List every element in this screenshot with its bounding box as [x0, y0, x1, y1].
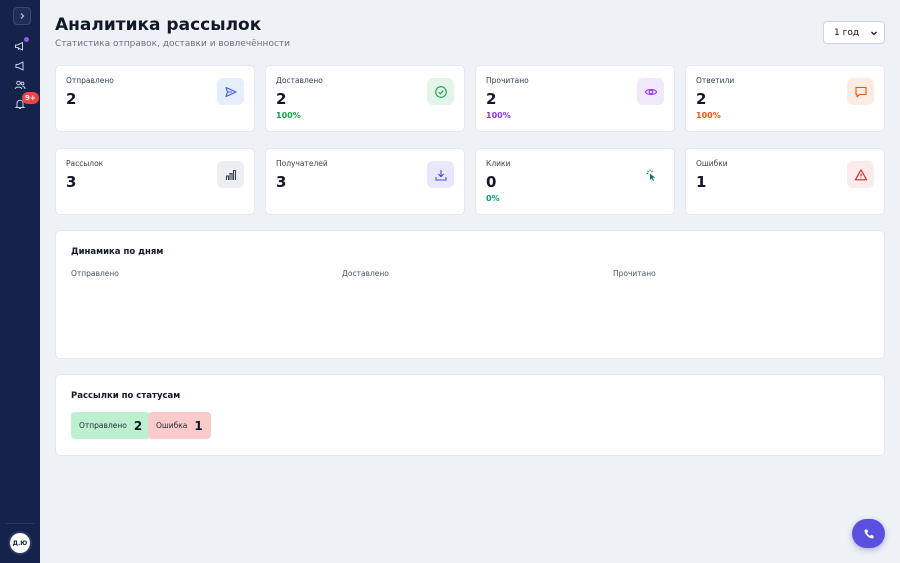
stat-label: Клики [486, 159, 511, 168]
sidebar-item-campaigns[interactable] [13, 37, 29, 53]
sidebar-item-notifications[interactable]: 9+ [13, 92, 39, 111]
sidebar-item-contacts[interactable] [13, 78, 27, 92]
stat-value: 1 [696, 173, 707, 191]
megaphone-icon [15, 41, 23, 51]
status-breakdown-panel: Рассылки по статусам Отправлено 2 Ошибка… [55, 374, 885, 456]
page-subtitle: Статистика отправок, доставки и вовлечён… [55, 39, 290, 49]
send-icon [217, 78, 244, 105]
stat-card-recipients: Получателей 3 [265, 148, 465, 215]
check-circle-icon [427, 78, 454, 105]
period-select[interactable]: 1 год [823, 21, 885, 44]
download-icon [427, 161, 454, 188]
status-chip-count: 1 [194, 418, 203, 433]
stat-card-replied: Ответили 2 100% [685, 65, 885, 132]
status-chip-sent[interactable]: Отправлено 2 [71, 412, 151, 439]
user-avatar[interactable]: Д.Ю [10, 533, 30, 553]
eye-icon [637, 78, 664, 105]
stat-label: Ответили [696, 76, 735, 85]
stat-card-sent: Отправлено 2 [55, 65, 255, 132]
stat-value: 3 [276, 173, 287, 191]
stat-label: Доставлено [276, 76, 323, 85]
stat-value: 2 [696, 90, 707, 108]
chevron-down-icon [871, 31, 877, 35]
notifications-badge: 9+ [22, 92, 39, 104]
stat-percentage: 100% [276, 111, 301, 120]
announcement-icon [15, 61, 24, 71]
period-select-value: 1 год [834, 27, 860, 38]
page-title: Аналитика рассылок [55, 15, 262, 35]
daily-dynamics-title: Динамика по дням [71, 247, 164, 257]
stat-value: 2 [276, 90, 287, 108]
stat-label: Ошибки [696, 159, 728, 168]
status-chip-label: Отправлено [79, 421, 127, 430]
call-button[interactable] [852, 519, 885, 548]
stat-value: 3 [66, 173, 77, 191]
status-chip-label: Ошибка [156, 421, 188, 430]
status-chip-count: 2 [133, 418, 143, 433]
stat-card-errors: Ошибки 1 [685, 148, 885, 215]
alert-triangle-icon [847, 161, 874, 188]
stat-card-clicks: Клики 0 0% [475, 148, 675, 215]
legend-delivered: Доставлено [342, 269, 389, 278]
stat-value: 0 [486, 173, 497, 191]
stat-card-read: Прочитано 2 100% [475, 65, 675, 132]
campaigns-indicator-dot [24, 37, 29, 42]
stat-label: Прочитано [486, 76, 529, 85]
users-icon [14, 80, 26, 90]
stat-value: 2 [66, 90, 77, 108]
sidebar-divider [6, 523, 34, 524]
phone-icon [863, 529, 873, 539]
status-breakdown-title: Рассылки по статусам [71, 391, 181, 401]
message-icon [847, 78, 874, 105]
stat-value: 2 [486, 90, 497, 108]
stat-card-campaigns: Рассылок 3 [55, 148, 255, 215]
stat-percentage: 0% [486, 194, 500, 203]
daily-dynamics-panel: Динамика по дням Отправлено Доставлено П… [55, 230, 885, 359]
stat-label: Получателей [276, 159, 328, 168]
stat-percentage: 100% [486, 111, 511, 120]
bar-chart-icon [217, 161, 244, 188]
sidebar-item-announcements[interactable] [13, 59, 27, 73]
chevron-right-icon [20, 13, 25, 19]
stat-percentage: 100% [696, 111, 721, 120]
sidebar-toggle-button[interactable] [13, 7, 31, 25]
sidebar: 9+ Д.Ю [0, 0, 40, 563]
stat-label: Рассылок [66, 159, 104, 168]
pointer-click-icon [637, 161, 664, 188]
stat-card-delivered: Доставлено 2 100% [265, 65, 465, 132]
legend-read: Прочитано [613, 269, 656, 278]
legend-sent: Отправлено [71, 269, 119, 278]
stat-label: Отправлено [66, 76, 114, 85]
status-chip-error[interactable]: Ошибка 1 [148, 412, 211, 439]
